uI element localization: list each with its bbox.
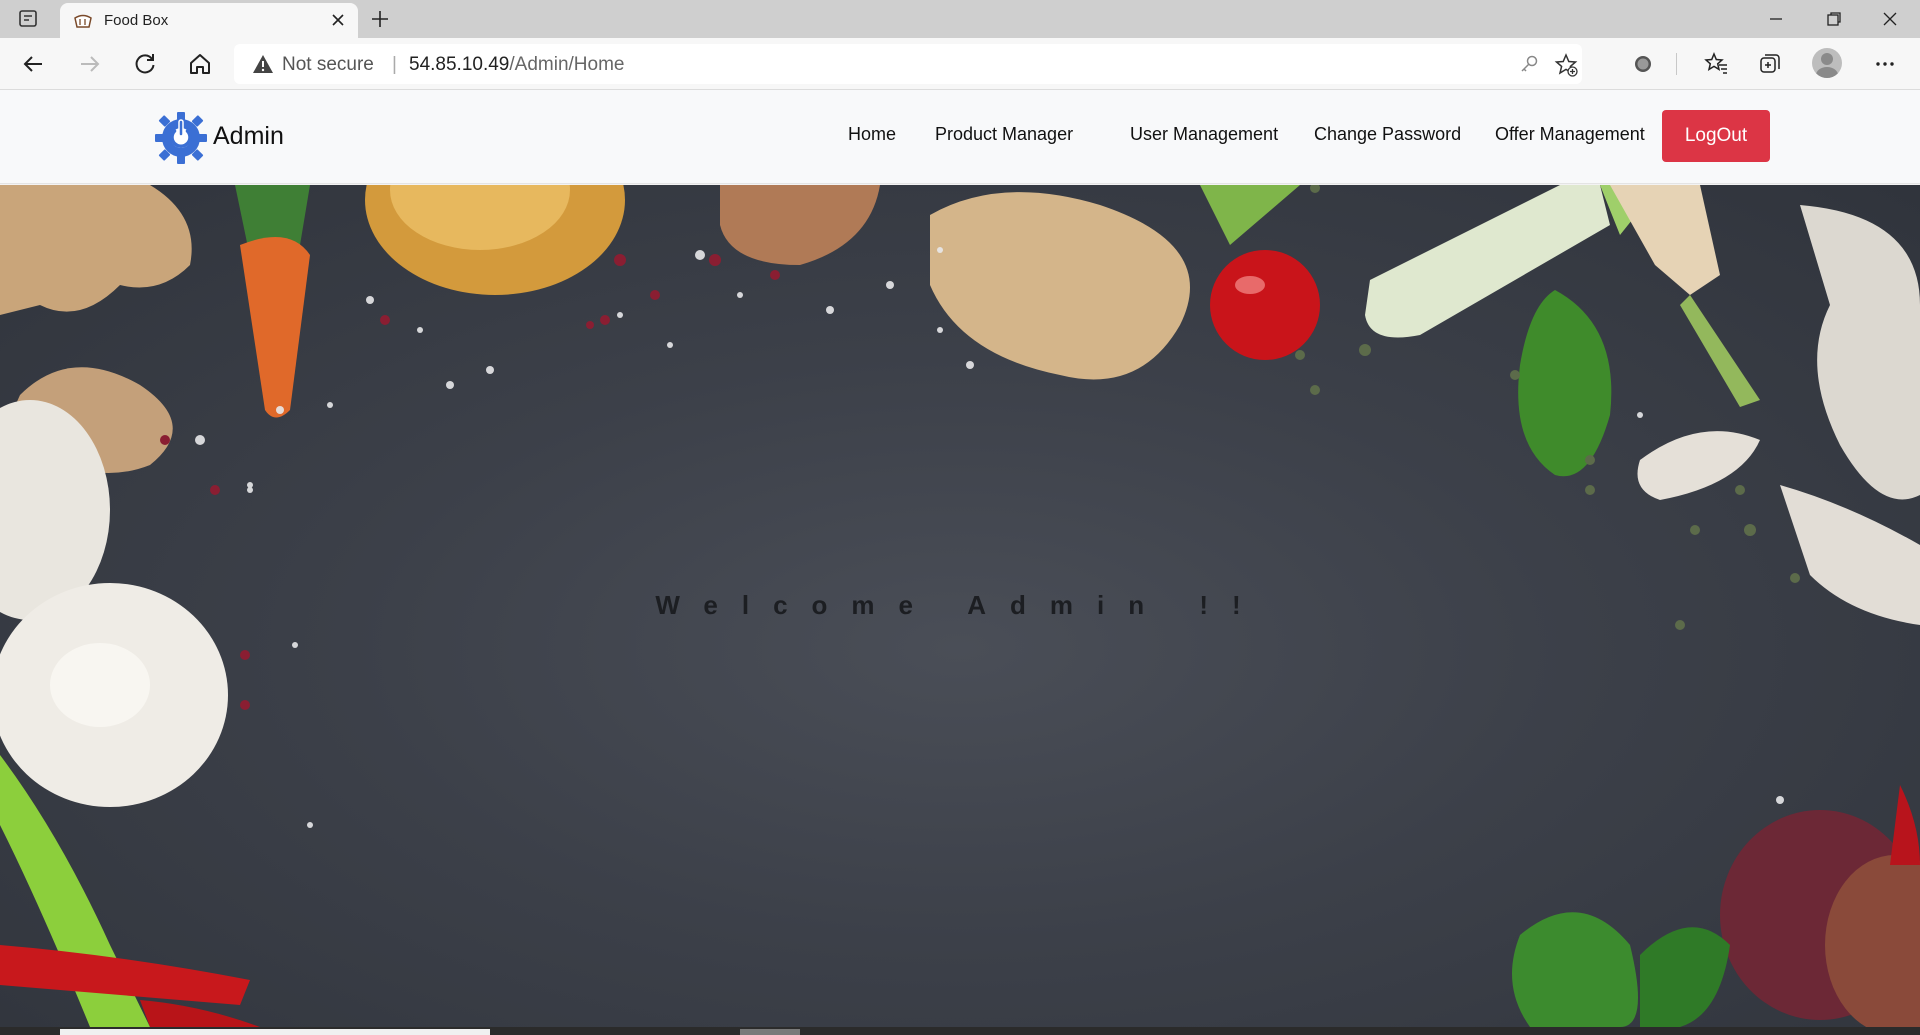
hero-banner: Welcome Admin !! bbox=[0, 185, 1920, 1027]
browser-tab-strip: Food Box bbox=[0, 0, 1920, 38]
browser-tab[interactable]: Food Box bbox=[60, 3, 358, 38]
profile-avatar[interactable] bbox=[1812, 48, 1842, 78]
toolbar-divider bbox=[1676, 53, 1677, 75]
url-host: 54.85.10.49 bbox=[409, 54, 510, 75]
brand[interactable]: Admin bbox=[151, 106, 284, 166]
url-divider: | bbox=[392, 54, 397, 75]
bottom-strip bbox=[0, 1027, 1920, 1035]
close-tab-icon[interactable] bbox=[328, 10, 348, 30]
bottom-strip-segment bbox=[740, 1029, 800, 1035]
nav-user-management[interactable]: User Management bbox=[1130, 124, 1278, 145]
back-icon[interactable] bbox=[20, 50, 48, 78]
security-label[interactable]: Not secure bbox=[282, 54, 374, 76]
new-tab-icon[interactable] bbox=[368, 7, 392, 31]
address-bar[interactable]: Not secure | 54.85.10.49/Admin/Home bbox=[234, 44, 1582, 84]
key-icon[interactable] bbox=[1518, 53, 1540, 75]
extension-icon[interactable] bbox=[1630, 51, 1656, 77]
nav-offer-management[interactable]: Offer Management bbox=[1495, 124, 1645, 145]
warning-icon[interactable] bbox=[252, 54, 274, 74]
page-favicon bbox=[72, 12, 94, 30]
collections-icon[interactable] bbox=[1757, 51, 1783, 77]
nav-change-password[interactable]: Change Password bbox=[1314, 124, 1461, 145]
nav-product-manager-dropdown[interactable]: Product Manager bbox=[935, 124, 1073, 145]
nav-home-link[interactable]: Home bbox=[848, 124, 896, 145]
browser-toolbar: Not secure | 54.85.10.49/Admin/Home bbox=[0, 38, 1920, 90]
minimize-icon[interactable] bbox=[1748, 0, 1804, 38]
logout-button[interactable]: LogOut bbox=[1662, 110, 1770, 162]
home-icon[interactable] bbox=[186, 50, 214, 78]
favorites-icon[interactable] bbox=[1703, 51, 1729, 77]
window-close-icon[interactable] bbox=[1862, 0, 1918, 38]
brand-text: Admin bbox=[213, 121, 284, 150]
url-path: /Admin/Home bbox=[509, 54, 625, 75]
tab-actions-icon[interactable] bbox=[18, 9, 40, 29]
url-text[interactable]: 54.85.10.49/Admin/Home bbox=[409, 54, 624, 76]
site-navbar: Admin Home Product Manager User Manageme… bbox=[0, 90, 1920, 184]
add-favorite-icon[interactable] bbox=[1554, 53, 1578, 77]
welcome-heading: Welcome Admin !! bbox=[655, 590, 1265, 620]
more-icon[interactable] bbox=[1872, 51, 1898, 77]
nav-product-manager-label: Product Manager bbox=[935, 124, 1074, 144]
gear-power-logo-icon bbox=[151, 106, 211, 166]
tab-title: Food Box bbox=[104, 12, 169, 29]
refresh-icon[interactable] bbox=[131, 50, 159, 78]
forward-icon[interactable] bbox=[75, 50, 103, 78]
restore-icon[interactable] bbox=[1806, 0, 1862, 38]
bottom-strip-segment bbox=[60, 1029, 490, 1035]
